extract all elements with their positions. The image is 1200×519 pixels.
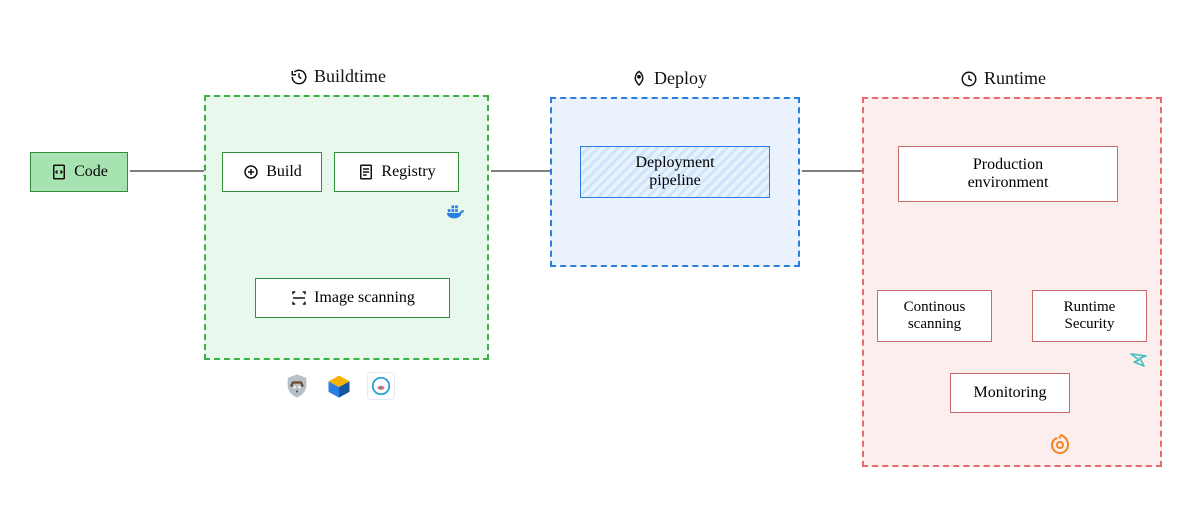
image-scanning-node-label: Image scanning xyxy=(314,289,415,307)
rocket-icon xyxy=(630,70,648,88)
clock-icon xyxy=(960,70,978,88)
grafana-icon xyxy=(1048,432,1072,456)
continuous-scanning-label: Continous scanning xyxy=(904,299,966,334)
buildtime-label: Buildtime xyxy=(290,66,386,87)
runtime-label: Runtime xyxy=(960,68,1046,89)
buildtime-panel xyxy=(204,95,489,360)
list-file-icon xyxy=(357,163,375,181)
monitoring-node: Monitoring xyxy=(950,373,1070,413)
scan-icon xyxy=(290,289,308,307)
deploy-label-text: Deploy xyxy=(654,68,707,89)
deployment-pipeline-node: Deployment pipeline xyxy=(580,146,770,198)
registry-node: Registry xyxy=(334,152,459,192)
target-plus-icon xyxy=(242,163,260,181)
history-icon xyxy=(290,68,308,86)
registry-node-label: Registry xyxy=(381,163,435,181)
docker-icon xyxy=(445,200,467,222)
image-scanning-node: Image scanning xyxy=(255,278,450,318)
build-node-label: Build xyxy=(266,163,302,181)
monitoring-label: Monitoring xyxy=(974,384,1047,402)
code-node-label: Code xyxy=(74,163,108,181)
runtime-security-node: Runtime Security xyxy=(1032,290,1147,342)
deployment-pipeline-label: Deployment pipeline xyxy=(635,154,714,191)
production-environment-node: Production environment xyxy=(898,146,1118,202)
production-environment-label: Production environment xyxy=(968,156,1049,193)
build-node: Build xyxy=(222,152,322,192)
continuous-scanning-node: Continous scanning xyxy=(877,290,992,342)
dog-shield-icon xyxy=(283,372,311,400)
falco-icon xyxy=(1128,348,1152,372)
code-file-icon xyxy=(50,163,68,181)
scope-icon xyxy=(367,372,395,400)
deploy-label: Deploy xyxy=(630,68,707,89)
runtime-label-text: Runtime xyxy=(984,68,1046,89)
buildtime-label-text: Buildtime xyxy=(314,66,386,87)
cube-icon xyxy=(325,372,353,400)
code-node: Code xyxy=(30,152,128,192)
runtime-security-label: Runtime Security xyxy=(1064,299,1116,334)
